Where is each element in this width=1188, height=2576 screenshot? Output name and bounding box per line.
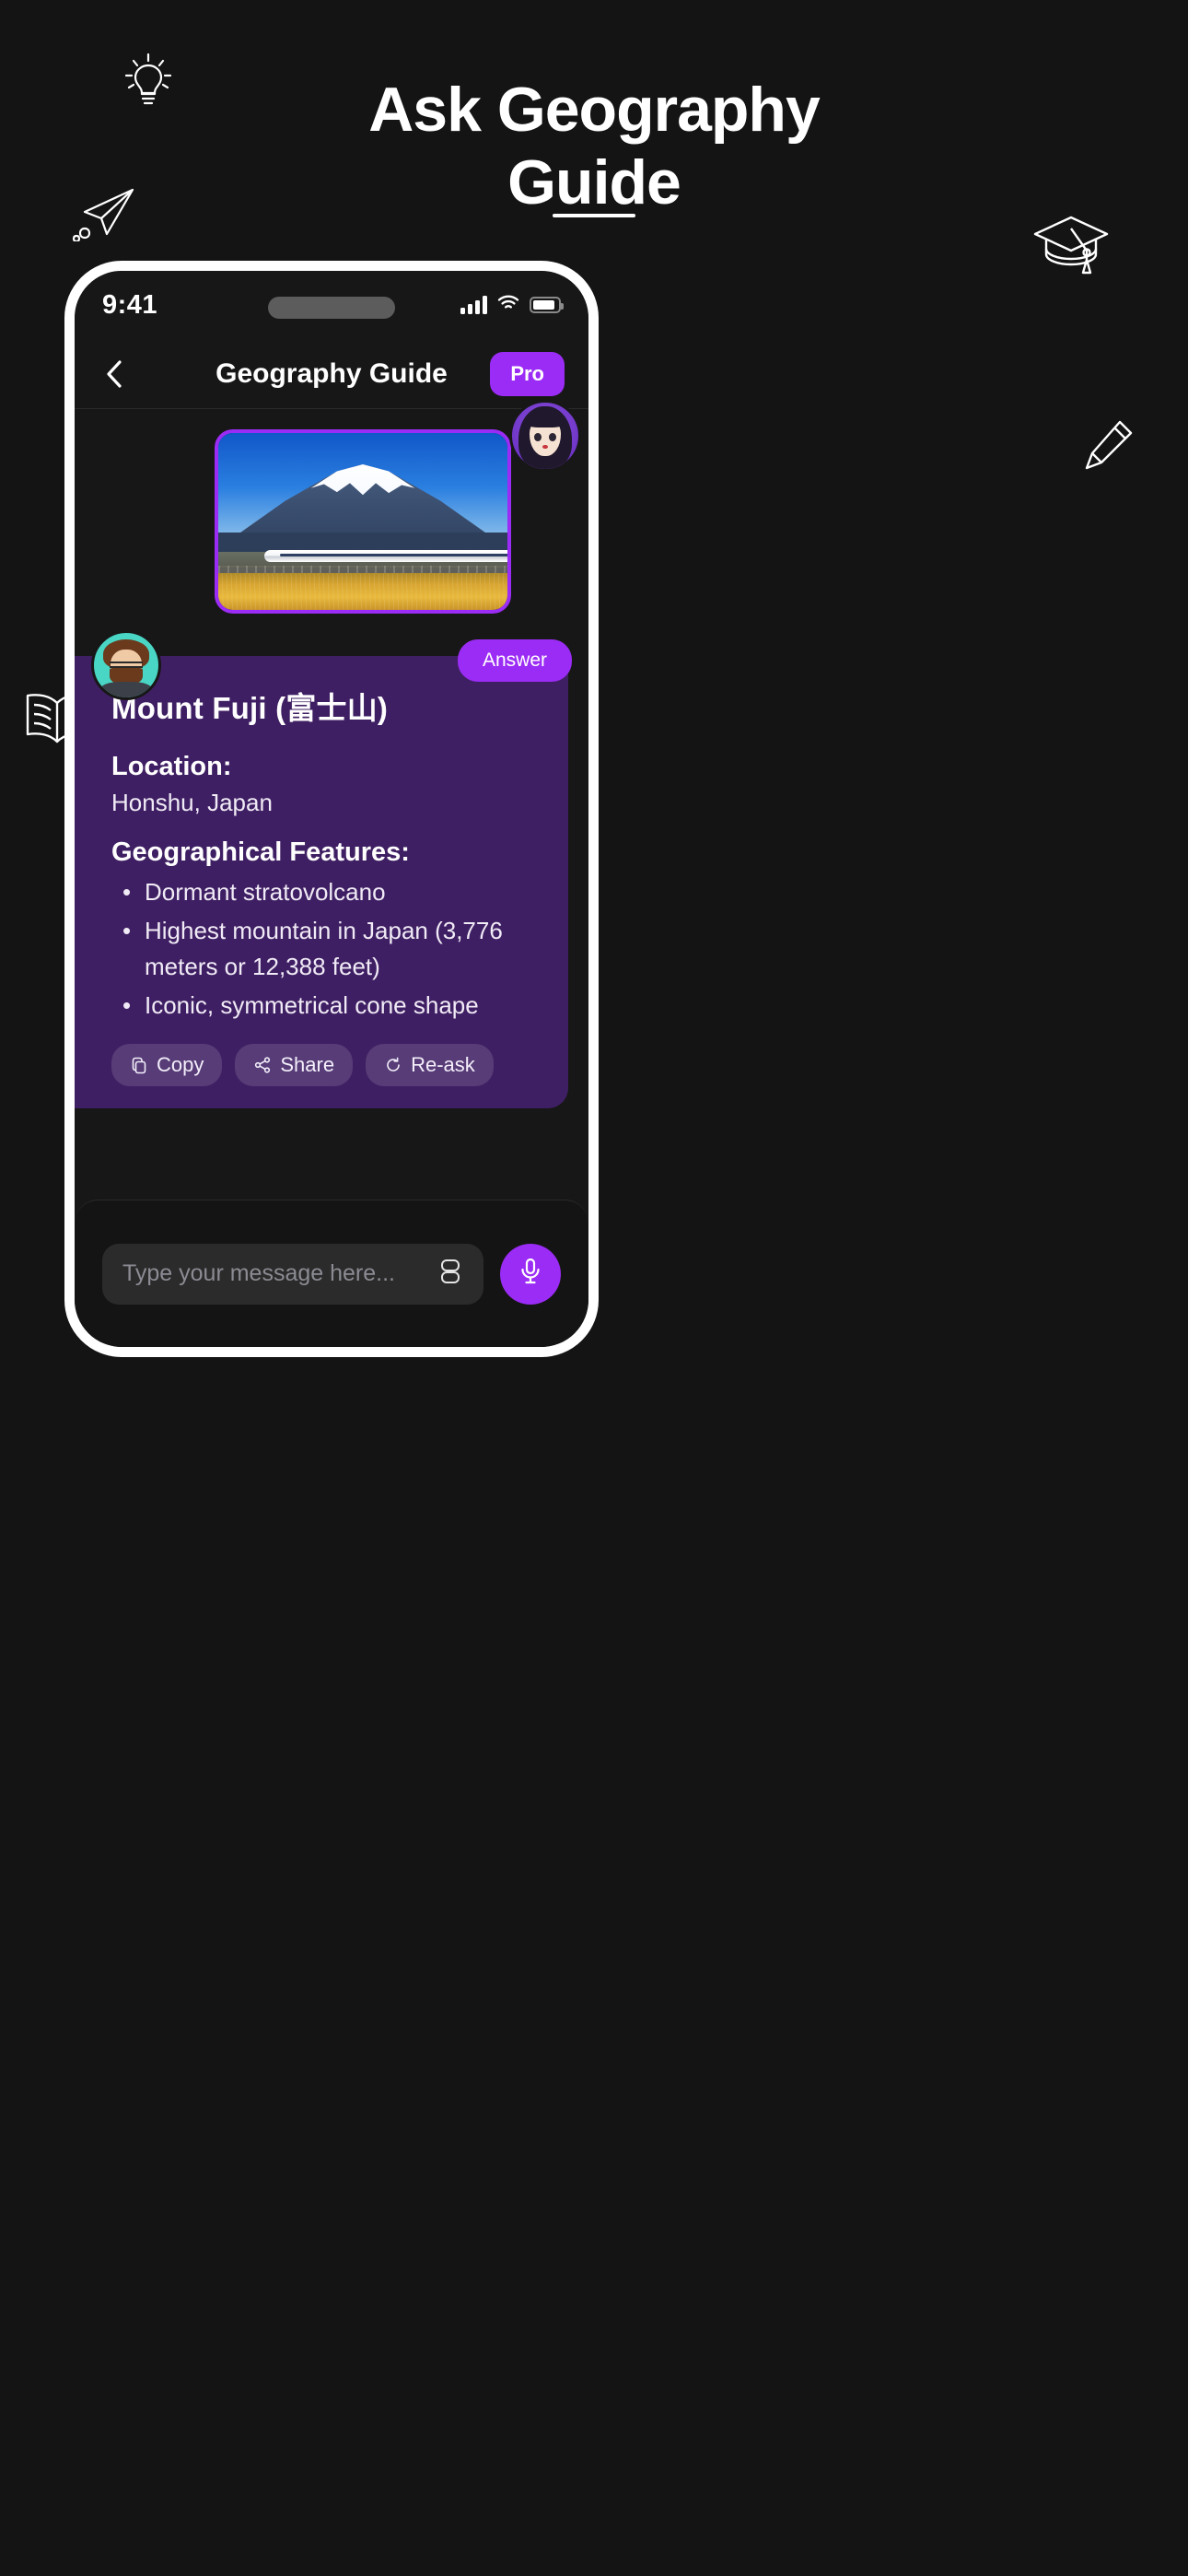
phone-frame: 9:41 Geography Guide Pro Answer Mount Fu…: [64, 261, 599, 1357]
answer-card: Mount Fuji (富士山) Location: Honshu, Japan…: [75, 656, 568, 1109]
chat-body: Answer Mount Fuji (富士山) Location: Honshu…: [75, 400, 588, 1200]
refresh-icon: [384, 1056, 402, 1074]
wifi-icon: [497, 294, 519, 316]
status-time: 9:41: [102, 289, 158, 320]
copy-label: Copy: [157, 1053, 204, 1077]
features-heading: Geographical Features:: [111, 837, 410, 867]
composer-bar: Type your message here...: [75, 1200, 588, 1347]
battery-icon: [530, 297, 564, 313]
location-value: Honshu, Japan: [111, 789, 273, 816]
card-stack-icon[interactable]: [437, 1258, 463, 1290]
lightbulb-icon: [120, 51, 177, 117]
phone-screen: 9:41 Geography Guide Pro Answer Mount Fu…: [75, 271, 588, 1347]
reask-button[interactable]: Re-ask: [366, 1044, 494, 1087]
answer-badge: Answer: [457, 639, 572, 682]
page-title-line1: Ask Geography: [368, 75, 821, 145]
answer-actions: Copy Share Re-ask: [111, 1044, 542, 1087]
chevron-left-icon: [107, 359, 122, 388]
graduation-cap-icon: [1030, 210, 1112, 276]
message-placeholder: Type your message here...: [122, 1260, 395, 1286]
page-title-line2: Guide: [507, 146, 681, 217]
share-button[interactable]: Share: [235, 1044, 354, 1087]
dynamic-island: [268, 297, 395, 319]
copy-button[interactable]: Copy: [111, 1044, 223, 1087]
message-input[interactable]: Type your message here...: [102, 1243, 483, 1305]
title-underline: [553, 214, 635, 217]
status-bar: 9:41: [75, 271, 588, 339]
microphone-icon: [518, 1257, 543, 1291]
page-title: Ask Geography Guide: [0, 74, 1188, 219]
mic-button[interactable]: [500, 1243, 561, 1305]
mount-fuji-image: [218, 433, 507, 610]
features-list: Dormant stratovolcano Highest mountain i…: [111, 874, 542, 1024]
user-avatar[interactable]: [91, 630, 161, 700]
answer-title: Mount Fuji (富士山): [111, 691, 389, 725]
reask-label: Re-ask: [411, 1053, 475, 1077]
share-icon: [253, 1056, 272, 1074]
pencil-icon: [1079, 416, 1136, 479]
hero-image-card[interactable]: [215, 429, 511, 614]
paper-plane-icon: [72, 184, 138, 243]
pro-button[interactable]: Pro: [490, 351, 565, 396]
copy-icon: [130, 1056, 148, 1074]
assistant-avatar[interactable]: [509, 400, 581, 472]
status-indicators: [460, 294, 564, 316]
share-label: Share: [280, 1053, 335, 1077]
signal-bars-icon: [460, 296, 487, 314]
list-item: Highest mountain in Japan (3,776 meters …: [111, 913, 542, 986]
list-item: Dormant stratovolcano: [111, 874, 542, 911]
location-heading: Location:: [111, 752, 232, 781]
back-button[interactable]: [99, 358, 130, 390]
nav-bar: Geography Guide Pro: [75, 339, 588, 409]
list-item: Iconic, symmetrical cone shape: [111, 988, 542, 1025]
